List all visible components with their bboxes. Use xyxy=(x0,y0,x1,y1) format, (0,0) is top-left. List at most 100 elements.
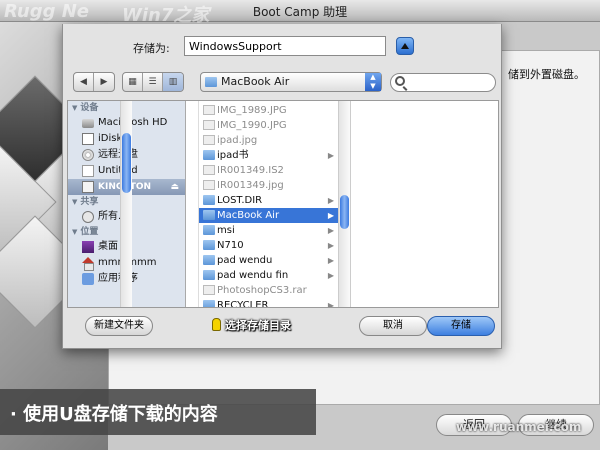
browser-column-blank xyxy=(187,101,199,307)
save-as-label: 存储为: xyxy=(133,42,170,55)
instruction-text: 储到外置磁盘。 xyxy=(508,68,585,81)
file-name: ipad书 xyxy=(217,150,249,161)
file-name: IR001349.jpg xyxy=(217,180,284,191)
folder-icon xyxy=(203,150,215,160)
folder-icon xyxy=(203,270,215,280)
file-list-scrollbar[interactable] xyxy=(338,101,350,307)
file-row[interactable]: IMG_1989.JPG xyxy=(199,103,350,118)
watermark-bottom: www.ruanmei.com xyxy=(456,420,582,434)
folder-icon xyxy=(203,210,215,220)
list-view-icon[interactable]: ☰ xyxy=(143,73,163,91)
disclosure-triangle-icon[interactable]: ▼ xyxy=(72,101,77,115)
file-name: LOST.DIR xyxy=(217,195,263,206)
window-titlebar: Rugg Ne Win7之家 Boot Camp 助理 xyxy=(0,0,600,26)
sidebar-item-label: 远程光盘 xyxy=(98,149,138,160)
icon-view-icon[interactable]: ▦ xyxy=(123,73,143,91)
disclosure-arrow-icon: ▶ xyxy=(327,271,334,280)
location-label: MacBook Air xyxy=(221,75,290,88)
file-name: pad wendu fin xyxy=(217,270,289,281)
cancel-button[interactable]: 取消 xyxy=(359,316,427,336)
sidebar-section-label: 设备 xyxy=(80,103,99,113)
sidebar-item-label: 桌面 xyxy=(98,241,118,252)
scroll-thumb[interactable] xyxy=(340,195,349,229)
document-icon xyxy=(203,120,215,130)
document-icon xyxy=(203,105,215,115)
remote-disc-icon xyxy=(82,149,94,161)
disclosure-triangle-icon[interactable]: ▼ xyxy=(72,225,77,239)
file-name: pad wendu xyxy=(217,255,273,266)
eject-icon[interactable]: ⏏ xyxy=(170,179,179,195)
save-as-input[interactable] xyxy=(184,36,386,56)
folder-icon xyxy=(203,225,215,235)
file-row[interactable]: IR001349.IS2 xyxy=(199,163,350,178)
new-folder-button[interactable]: 新建文件夹 xyxy=(85,316,153,336)
file-name: IMG_1990.JPG xyxy=(217,120,287,131)
back-arrow-icon[interactable]: ◀ xyxy=(74,73,94,91)
folder-icon xyxy=(205,77,217,87)
save-button[interactable]: 存储 xyxy=(427,316,495,336)
usb-drive-icon xyxy=(82,181,94,193)
document-icon xyxy=(203,180,215,190)
sidebar-section-label: 共享 xyxy=(80,197,99,207)
sidebar-scroll-thumb[interactable] xyxy=(122,133,131,193)
file-name: IR001349.IS2 xyxy=(217,165,284,176)
disclosure-arrow-icon: ▶ xyxy=(327,241,334,250)
file-name: N710 xyxy=(217,240,244,251)
file-browser: ▼设备Macintosh HDiDisk远程光盘UntitledKINGSTON… xyxy=(67,100,499,308)
caption-banner: · 使用U盘存储下载的内容 xyxy=(0,389,316,435)
file-row[interactable]: pad wendu ▶ xyxy=(199,253,350,268)
annotation-label: 选择存储目录 xyxy=(212,317,291,333)
file-name: ipad.jpg xyxy=(217,135,258,146)
browser-column-files: IMG_1989.JPG IMG_1990.JPG ipad.jpg ipad书 ▶ IR… xyxy=(199,101,351,307)
save-sheet: 存储为: ◀ ▶ ▦ ☰ ▥ MacBook Air ▲▼ ▼设备Macinto… xyxy=(62,24,502,349)
forward-arrow-icon[interactable]: ▶ xyxy=(94,73,114,91)
folder-icon xyxy=(203,240,215,250)
document-icon xyxy=(203,135,215,145)
sidebar-item-label: Macintosh HD xyxy=(98,117,168,128)
disclosure-arrow-icon: ▶ xyxy=(327,301,334,307)
file-row[interactable]: ipad.jpg xyxy=(199,133,350,148)
desktop-icon xyxy=(82,241,94,253)
file-name: PhotoshopCS3.rar xyxy=(217,285,307,296)
file-row[interactable]: MacBook Air ▶ xyxy=(199,208,350,223)
view-mode-buttons: ▦ ☰ ▥ xyxy=(122,72,184,92)
search-field[interactable] xyxy=(390,73,496,92)
sidebar-item-label: iDisk xyxy=(98,133,123,144)
sidebar-section-label: 位置 xyxy=(80,227,99,237)
file-row[interactable]: N710 ▶ xyxy=(199,238,350,253)
disk-icon xyxy=(82,165,94,177)
file-row[interactable]: IR001349.jpg xyxy=(199,178,350,193)
disclosure-arrow-icon: ▶ xyxy=(327,151,334,160)
file-row[interactable]: IMG_1990.JPG xyxy=(199,118,350,133)
file-row[interactable]: RECYCLER ▶ xyxy=(199,298,350,307)
browser-toolbar: ◀ ▶ ▦ ☰ ▥ MacBook Air ▲ ▼ xyxy=(63,70,503,96)
file-row[interactable]: msi ▶ xyxy=(199,223,350,238)
lightbulb-icon xyxy=(212,318,221,331)
window-title: Boot Camp 助理 xyxy=(252,5,348,19)
column-view-icon[interactable]: ▥ xyxy=(163,73,183,91)
network-icon xyxy=(82,211,94,223)
disclosure-arrow-icon: ▶ xyxy=(327,196,334,205)
file-row[interactable]: LOST.DIR ▶ xyxy=(199,193,350,208)
caption-text: · 使用U盘存储下载的内容 xyxy=(10,404,218,425)
disclosure-arrow-icon: ▶ xyxy=(327,256,334,265)
sidebar-scrollbar[interactable] xyxy=(120,101,132,307)
hard-drive-icon xyxy=(82,119,94,128)
folder-icon xyxy=(203,195,215,205)
file-name: RECYCLER xyxy=(217,300,269,307)
location-popup[interactable]: MacBook Air ▲ ▼ xyxy=(200,72,382,92)
nav-buttons: ◀ ▶ xyxy=(73,72,115,92)
disclosure-triangle-icon[interactable]: ▼ xyxy=(72,195,77,209)
document-icon xyxy=(203,165,215,175)
file-row[interactable]: ipad书 ▶ xyxy=(199,148,350,163)
sidebar-item-label: 应用程序 xyxy=(98,273,138,284)
disclosure-arrow-icon: ▶ xyxy=(327,226,334,235)
document-icon xyxy=(203,285,215,295)
file-row[interactable]: PhotoshopCS3.rar xyxy=(199,283,350,298)
home-icon xyxy=(82,257,94,271)
search-icon xyxy=(395,76,405,86)
file-row[interactable]: pad wendu fin ▶ xyxy=(199,268,350,283)
folder-icon xyxy=(203,300,215,307)
file-name: MacBook Air xyxy=(217,210,280,221)
collapse-sheet-button[interactable] xyxy=(396,37,414,55)
